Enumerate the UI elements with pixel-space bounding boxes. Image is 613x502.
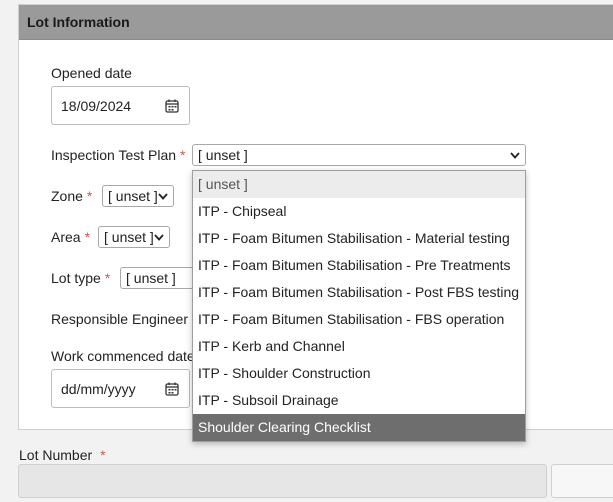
- itp-label: Inspection Test Plan *: [51, 147, 186, 163]
- lot-number-label: Lot Number *: [19, 447, 106, 463]
- required-marker: *: [84, 229, 91, 245]
- area-select[interactable]: [ unset ]: [98, 226, 170, 248]
- opened-date-label: Opened date: [51, 65, 132, 81]
- chevron-down-icon: [510, 152, 520, 159]
- dropdown-option-fbs-pre-treatments[interactable]: ITP - Foam Bitumen Stabilisation - Pre T…: [193, 252, 525, 279]
- dropdown-option-subsoil-drainage[interactable]: ITP - Subsoil Drainage: [193, 387, 525, 414]
- lot-number-secondary-input[interactable]: [551, 464, 613, 498]
- calendar-icon[interactable]: [165, 382, 179, 396]
- opened-date-input[interactable]: 18/09/2024: [51, 86, 190, 125]
- chevron-down-icon: [158, 193, 168, 200]
- dropdown-option-fbs-operation[interactable]: ITP - Foam Bitumen Stabilisation - FBS o…: [193, 306, 525, 333]
- lot-number-label-text: Lot Number: [19, 447, 93, 463]
- area-label: Area *: [51, 229, 90, 245]
- dropdown-option-unset[interactable]: [ unset ]: [193, 171, 525, 198]
- itp-select[interactable]: [ unset ]: [192, 144, 526, 166]
- dropdown-option-shoulder-clearing-checklist[interactable]: Shoulder Clearing Checklist: [193, 414, 525, 441]
- lot-type-select-value: [ unset ]: [126, 270, 176, 286]
- lot-type-select[interactable]: [ unset ]: [120, 267, 200, 289]
- dropdown-option-kerb-and-channel[interactable]: ITP - Kerb and Channel: [193, 333, 525, 360]
- itp-select-value: [ unset ]: [198, 147, 248, 163]
- zone-select-value: [ unset ]: [108, 188, 158, 204]
- work-commenced-placeholder: dd/mm/yyyy: [61, 380, 136, 397]
- calendar-icon[interactable]: [165, 99, 179, 113]
- lot-type-label: Lot type *: [51, 270, 110, 286]
- required-marker: *: [100, 447, 106, 463]
- required-marker: *: [104, 270, 111, 286]
- responsible-engineer-label-text: Responsible Engineer: [51, 311, 188, 327]
- area-select-value: [ unset ]: [104, 229, 154, 245]
- itp-dropdown-list: [ unset ] ITP - Chipseal ITP - Foam Bitu…: [192, 170, 526, 442]
- zone-select[interactable]: [ unset ]: [102, 185, 174, 207]
- required-marker: *: [180, 147, 186, 163]
- dropdown-option-fbs-material-testing[interactable]: ITP - Foam Bitumen Stabilisation - Mater…: [193, 225, 525, 252]
- area-label-text: Area: [51, 229, 81, 245]
- zone-label: Zone *: [51, 188, 92, 204]
- opened-date-value: 18/09/2024: [61, 97, 132, 114]
- work-commenced-label: Work commenced date: [51, 348, 195, 364]
- zone-label-text: Zone: [51, 188, 83, 204]
- responsible-engineer-label: Responsible Engineer*: [51, 311, 197, 327]
- lot-number-input[interactable]: [18, 464, 547, 498]
- required-marker: *: [86, 188, 93, 204]
- chevron-down-icon: [154, 234, 164, 241]
- dropdown-option-shoulder-construction[interactable]: ITP - Shoulder Construction: [193, 360, 525, 387]
- panel-header: Lot Information: [19, 5, 613, 40]
- lot-type-label-text: Lot type: [51, 270, 101, 286]
- work-commenced-input[interactable]: dd/mm/yyyy: [51, 369, 190, 408]
- dropdown-option-chipseal[interactable]: ITP - Chipseal: [193, 198, 525, 225]
- panel-title: Lot Information: [27, 14, 130, 30]
- itp-label-text: Inspection Test Plan: [51, 147, 177, 163]
- dropdown-option-fbs-post-testing[interactable]: ITP - Foam Bitumen Stabilisation - Post …: [193, 279, 525, 306]
